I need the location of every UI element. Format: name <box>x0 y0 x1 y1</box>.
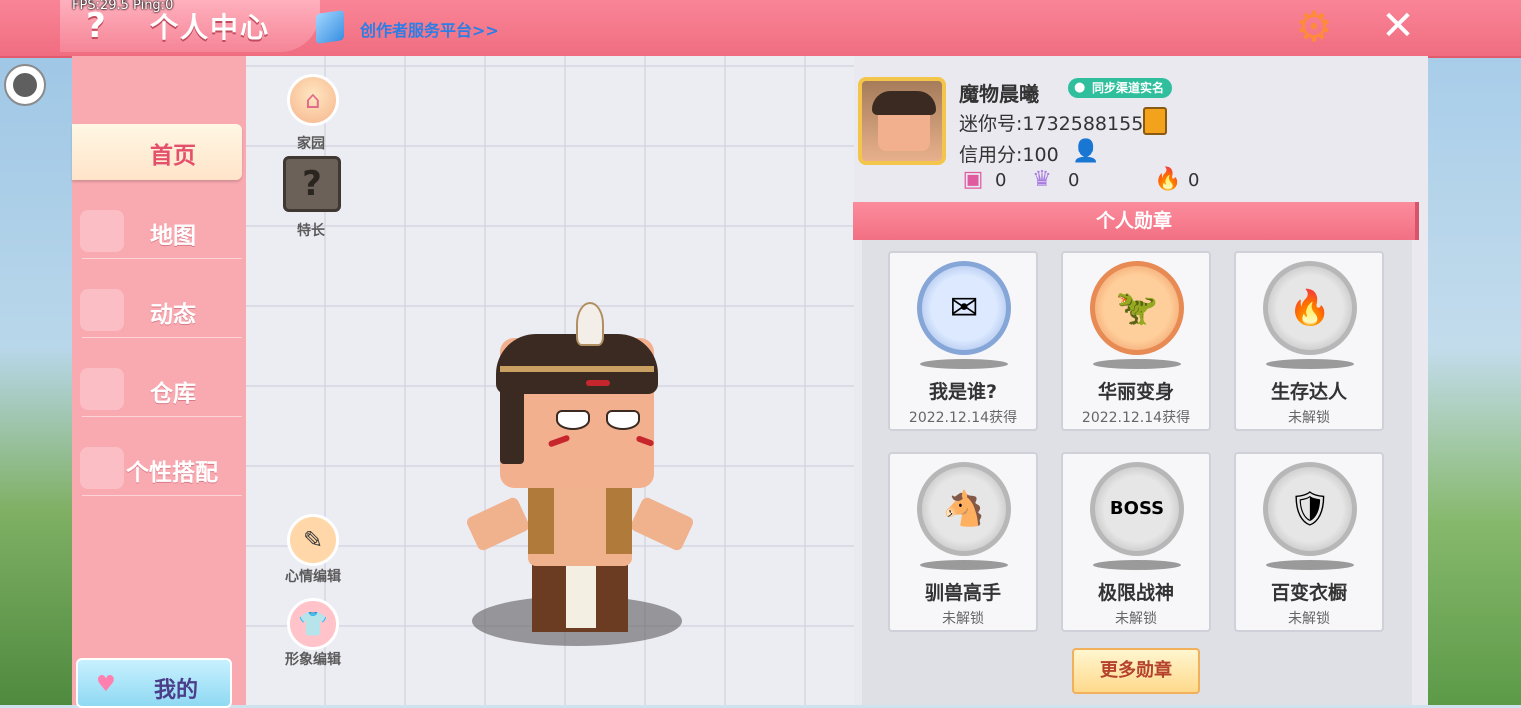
card-icon: ▣ <box>962 167 984 192</box>
sidebar-item-warehouse[interactable]: 仓库 <box>72 362 242 418</box>
creator-platform-link[interactable]: 创作者服务平台>> <box>360 17 499 41</box>
divider <box>82 495 242 496</box>
medal-stand <box>920 560 1008 570</box>
animal-icon: 🐴 <box>917 462 1011 556</box>
shirt-icon[interactable]: 👕 <box>287 598 339 650</box>
edit-icon[interactable]: ✎ <box>287 514 339 566</box>
top-bar: ? 个人中心 创作者服务平台>> ⚙ ✕ <box>0 0 1521 58</box>
home-icon[interactable]: ⌂ <box>287 74 339 126</box>
campfire-icon: 🔥 <box>1263 261 1357 355</box>
gear-icon[interactable]: ⚙ <box>1293 6 1335 48</box>
avatar-vest <box>528 484 554 554</box>
sidebar-item-label: 地图 <box>150 223 196 249</box>
avatar-eye <box>606 410 640 430</box>
skill-label: 特长 <box>297 223 325 239</box>
cube-icon[interactable] <box>316 10 344 44</box>
medal-name: 我是谁? <box>928 381 998 403</box>
medal-name: 生存达人 <box>1270 381 1347 403</box>
sidebar: 首页 地图 动态 仓库 个性搭配 ♥ 我的 <box>72 56 246 708</box>
stat-value: 0 <box>1188 170 1200 191</box>
sidebar-item-feed[interactable]: 动态 <box>72 283 242 339</box>
avatar-headband <box>500 366 654 372</box>
mini-id: 迷你号:1732588155 <box>959 113 1144 135</box>
my-button-label: 我的 <box>154 678 199 703</box>
medal-card[interactable]: 🔥 生存达人 未解锁 <box>1234 251 1384 431</box>
medal-stand <box>1093 560 1181 570</box>
medal-card[interactable]: BOSS 极限战神 未解锁 <box>1061 452 1211 632</box>
medal-card[interactable]: ✉ 我是谁? 2022.12.14获得 <box>888 251 1038 431</box>
medal-status: 2022.12.14获得 <box>908 410 1018 426</box>
person-icon[interactable]: 👤 <box>1072 138 1100 166</box>
envelope-icon: ✉ <box>917 261 1011 355</box>
bell-icon <box>80 289 124 331</box>
medal-name: 百变衣橱 <box>1270 582 1347 604</box>
medal-stand <box>920 359 1008 369</box>
copy-icon[interactable] <box>1143 107 1167 135</box>
flame-icon: 🔥 <box>1154 167 1182 192</box>
avatar-hair <box>872 91 936 115</box>
fps-readout: FPS:29.5 Ping:0 <box>72 0 174 13</box>
stat-value: 0 <box>995 170 1007 191</box>
medal-status: 未解锁 <box>942 611 984 627</box>
house-icon <box>80 368 124 410</box>
medal-status: 未解锁 <box>1288 410 1330 426</box>
profile-avatar[interactable] <box>858 77 946 165</box>
medal-status: 未解锁 <box>1115 611 1157 627</box>
medal-name: 极限战神 <box>1097 582 1174 604</box>
medal-stand <box>1093 359 1181 369</box>
nickname: 魔物晨曦 <box>959 82 1039 106</box>
sidebar-item-label: 仓库 <box>150 381 196 407</box>
sidebar-item-label: 动态 <box>150 302 196 328</box>
wardrobe-icon: 🛡 <box>1263 462 1357 556</box>
face-paint <box>586 380 610 386</box>
avatar-vest <box>606 484 632 554</box>
avatar-eye <box>556 410 590 430</box>
map-icon <box>80 210 124 252</box>
outfit-icon <box>80 447 124 489</box>
verify-badge[interactable]: 同步渠道实名 <box>1068 78 1173 98</box>
background-scenery-left <box>0 56 72 705</box>
background-scenery-right <box>1425 56 1521 705</box>
medal-name: 华丽变身 <box>1097 381 1174 403</box>
skill-button[interactable]: ? <box>283 156 341 212</box>
medal-card[interactable]: 🐴 驯兽高手 未解锁 <box>888 452 1038 632</box>
more-medals-button[interactable]: 更多勋章 <box>1072 648 1200 694</box>
divider <box>82 258 242 259</box>
sidebar-item-outfit[interactable]: 个性搭配 <box>72 441 242 497</box>
trophy-icon: ♛ <box>1032 167 1052 192</box>
mood-edit-label: 心情编辑 <box>285 569 341 585</box>
sidebar-item-home[interactable]: 首页 <box>72 124 242 180</box>
credit-score: 信用分:100 <box>959 144 1059 166</box>
dinosaur-icon: 🦖 <box>1090 261 1184 355</box>
boss-sword-icon: BOSS <box>1090 462 1184 556</box>
medal-name: 驯兽高手 <box>924 582 1001 604</box>
medal-stand <box>1266 560 1354 570</box>
avatar-feather <box>576 302 604 346</box>
sidebar-item-map[interactable]: 地图 <box>72 204 242 260</box>
my-button[interactable]: ♥ 我的 <box>76 658 232 708</box>
close-icon[interactable]: ✕ <box>1378 4 1418 48</box>
medal-stand <box>1266 359 1354 369</box>
look-edit-label: 形象编辑 <box>285 652 341 668</box>
divider <box>82 337 242 338</box>
sidebar-item-label: 首页 <box>150 143 196 169</box>
avatar-hair <box>500 380 524 464</box>
medal-status: 未解锁 <box>1288 611 1330 627</box>
stat-value: 0 <box>1068 170 1080 191</box>
home-label: 家园 <box>297 136 325 152</box>
medal-card[interactable]: 🦖 华丽变身 2022.12.14获得 <box>1061 251 1211 431</box>
sidebar-item-label: 个性搭配 <box>126 460 218 486</box>
medal-section-header: 个人勋章 <box>853 202 1419 240</box>
medal-card[interactable]: 🛡 百变衣橱 未解锁 <box>1234 452 1384 632</box>
divider <box>82 416 242 417</box>
heart-icon: ♥ <box>96 672 116 697</box>
medal-status: 2022.12.14获得 <box>1081 410 1191 426</box>
floating-circle-button[interactable] <box>4 64 46 106</box>
